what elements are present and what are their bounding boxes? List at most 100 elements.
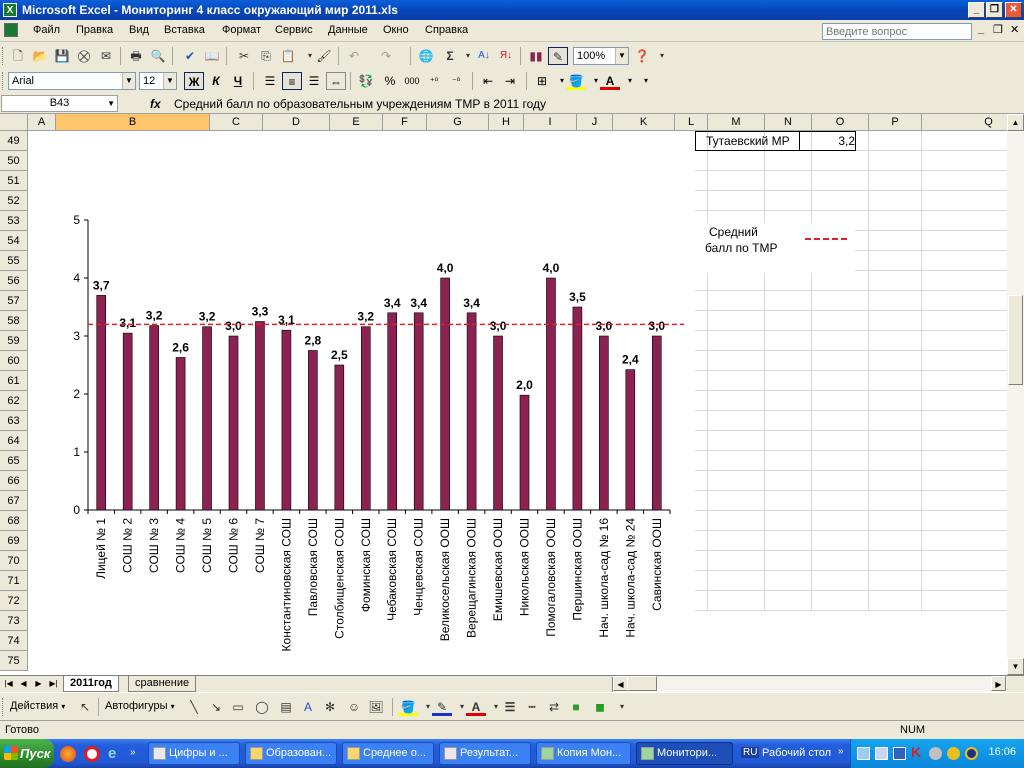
- print-preview-icon[interactable]: 🔍: [148, 47, 168, 65]
- row-header-53[interactable]: 53: [0, 211, 28, 231]
- menu-help[interactable]: Справка: [425, 24, 468, 36]
- tray-app-icon[interactable]: [875, 747, 888, 760]
- quick-launch-more-icon[interactable]: »: [130, 747, 136, 758]
- sort-ascending-icon[interactable]: A↓: [474, 47, 494, 65]
- 3d-style-icon[interactable]: ◼: [590, 698, 610, 716]
- align-right-icon[interactable]: ☰: [304, 72, 324, 90]
- row-header-58[interactable]: 58: [0, 311, 28, 331]
- name-box[interactable]: B43 ▼: [1, 95, 118, 112]
- horizontal-scrollbar[interactable]: ◀ ▶: [612, 676, 1007, 692]
- fill-color-icon[interactable]: 🪣: [566, 72, 586, 90]
- italic-button[interactable]: К: [206, 72, 226, 90]
- row-header-60[interactable]: 60: [0, 351, 28, 371]
- column-header-d[interactable]: D: [263, 114, 330, 131]
- row-header-72[interactable]: 72: [0, 591, 28, 611]
- merge-center-icon[interactable]: ⇔: [326, 72, 346, 90]
- percent-style-button[interactable]: %: [380, 72, 400, 90]
- row-header-67[interactable]: 67: [0, 491, 28, 511]
- research-icon[interactable]: 📖: [202, 47, 222, 65]
- monitor-icon[interactable]: [893, 747, 906, 760]
- help-icon[interactable]: ❓: [632, 47, 652, 65]
- chart-wizard-icon[interactable]: ▮▮: [526, 47, 546, 65]
- chart-area[interactable]: 0 1 2 3 4 5 3,7 Лицей № 1 3,1 СОШ № 2 3,2 СОШ № 3 2,…: [56, 131, 695, 675]
- column-header-j[interactable]: J: [577, 114, 613, 131]
- column-header-i[interactable]: I: [524, 114, 577, 131]
- email-icon[interactable]: ✉: [96, 47, 116, 65]
- print-icon[interactable]: 🖶: [126, 47, 146, 65]
- column-header-q[interactable]: Q: [922, 114, 1007, 131]
- chart-legend[interactable]: Средний балл по ТМР: [695, 223, 855, 273]
- internet-explorer-icon[interactable]: e: [108, 745, 116, 762]
- column-header-n[interactable]: N: [765, 114, 812, 131]
- column-header-l[interactable]: L: [675, 114, 708, 131]
- row-header-56[interactable]: 56: [0, 271, 28, 291]
- underline-button[interactable]: Ч: [228, 72, 248, 90]
- start-button[interactable]: Пуск: [0, 739, 54, 768]
- arrow-style-icon[interactable]: ⇄: [544, 698, 564, 716]
- cut-icon[interactable]: ✂: [234, 47, 254, 65]
- bold-button[interactable]: Ж: [184, 72, 204, 90]
- row-header-55[interactable]: 55: [0, 251, 28, 271]
- toolbar-options-icon[interactable]: ▾: [652, 47, 672, 65]
- column-header-a[interactable]: A: [28, 114, 56, 131]
- network-icon[interactable]: [857, 747, 870, 760]
- column-header-k[interactable]: K: [613, 114, 675, 131]
- column-header-m[interactable]: M: [708, 114, 765, 131]
- scroll-down-icon[interactable]: ▼: [1007, 658, 1024, 675]
- next-sheet-icon[interactable]: ▶: [33, 677, 44, 691]
- menu-view[interactable]: Вид: [129, 24, 149, 36]
- opera-icon[interactable]: [84, 746, 100, 762]
- toolbar-grip[interactable]: [2, 698, 6, 716]
- row-header-71[interactable]: 71: [0, 571, 28, 591]
- row-header-70[interactable]: 70: [0, 551, 28, 571]
- align-center-icon[interactable]: ≡: [282, 72, 302, 90]
- taskbar-more-icon[interactable]: »: [838, 746, 844, 757]
- close-button[interactable]: ✕: [1005, 2, 1022, 18]
- row-header-63[interactable]: 63: [0, 411, 28, 431]
- tray-security-icon[interactable]: [965, 747, 978, 760]
- desktop-toolbar-label[interactable]: Рабочий стол: [762, 747, 831, 759]
- font-name-dropdown-icon[interactable]: ▼: [122, 73, 135, 89]
- kaspersky-icon[interactable]: K: [911, 744, 921, 760]
- sheet-tab-2011[interactable]: 2011год: [63, 676, 119, 692]
- open-icon[interactable]: 📂: [30, 47, 50, 65]
- firefox-icon[interactable]: [60, 746, 76, 762]
- actions-menu[interactable]: Действия ▾: [10, 700, 65, 712]
- task-monitoring[interactable]: Монитори...: [636, 742, 733, 765]
- tray-disc-icon[interactable]: [929, 747, 942, 760]
- copy-icon[interactable]: ⎘: [256, 47, 276, 65]
- prev-sheet-icon[interactable]: ◀: [18, 677, 29, 691]
- sort-descending-icon[interactable]: Я↓: [496, 47, 516, 65]
- menu-insert[interactable]: Вставка: [164, 24, 205, 36]
- row-header-57[interactable]: 57: [0, 291, 28, 311]
- row-header-75[interactable]: 75: [0, 651, 28, 671]
- wordart-icon[interactable]: A: [298, 698, 318, 716]
- currency-icon[interactable]: 💱: [356, 72, 376, 90]
- column-header-e[interactable]: E: [330, 114, 383, 131]
- row-header-61[interactable]: 61: [0, 371, 28, 391]
- first-sheet-icon[interactable]: |◀: [3, 677, 14, 691]
- scroll-right-icon[interactable]: ▶: [991, 676, 1006, 691]
- menu-window[interactable]: Окно: [383, 24, 409, 36]
- drawing-icon[interactable]: ✎: [548, 47, 568, 65]
- task-rezultat[interactable]: Результат...: [439, 742, 531, 765]
- minimize-button[interactable]: _: [968, 2, 985, 18]
- comma-style-button[interactable]: 000: [402, 72, 422, 90]
- task-obrazovan[interactable]: Образован...: [245, 742, 337, 765]
- menu-tools[interactable]: Сервис: [275, 24, 313, 36]
- menu-data[interactable]: Данные: [328, 24, 368, 36]
- rectangle-icon[interactable]: ▭: [228, 698, 248, 716]
- row-header-73[interactable]: 73: [0, 611, 28, 631]
- sheet-tab-comparison[interactable]: сравнение: [128, 676, 197, 692]
- undo-icon[interactable]: ↶: [344, 47, 364, 65]
- tray-status-icon[interactable]: [947, 747, 960, 760]
- align-left-icon[interactable]: ☰: [260, 72, 280, 90]
- name-box-dropdown-icon[interactable]: ▼: [107, 96, 115, 111]
- scroll-left-icon[interactable]: ◀: [613, 676, 628, 691]
- vertical-scroll-thumb[interactable]: [1008, 295, 1023, 385]
- column-header-o[interactable]: O: [812, 114, 869, 131]
- toolbar-grip[interactable]: [2, 72, 6, 90]
- row-header-66[interactable]: 66: [0, 471, 28, 491]
- column-header-f[interactable]: F: [383, 114, 427, 131]
- decrease-indent-icon[interactable]: ⇤: [478, 72, 498, 90]
